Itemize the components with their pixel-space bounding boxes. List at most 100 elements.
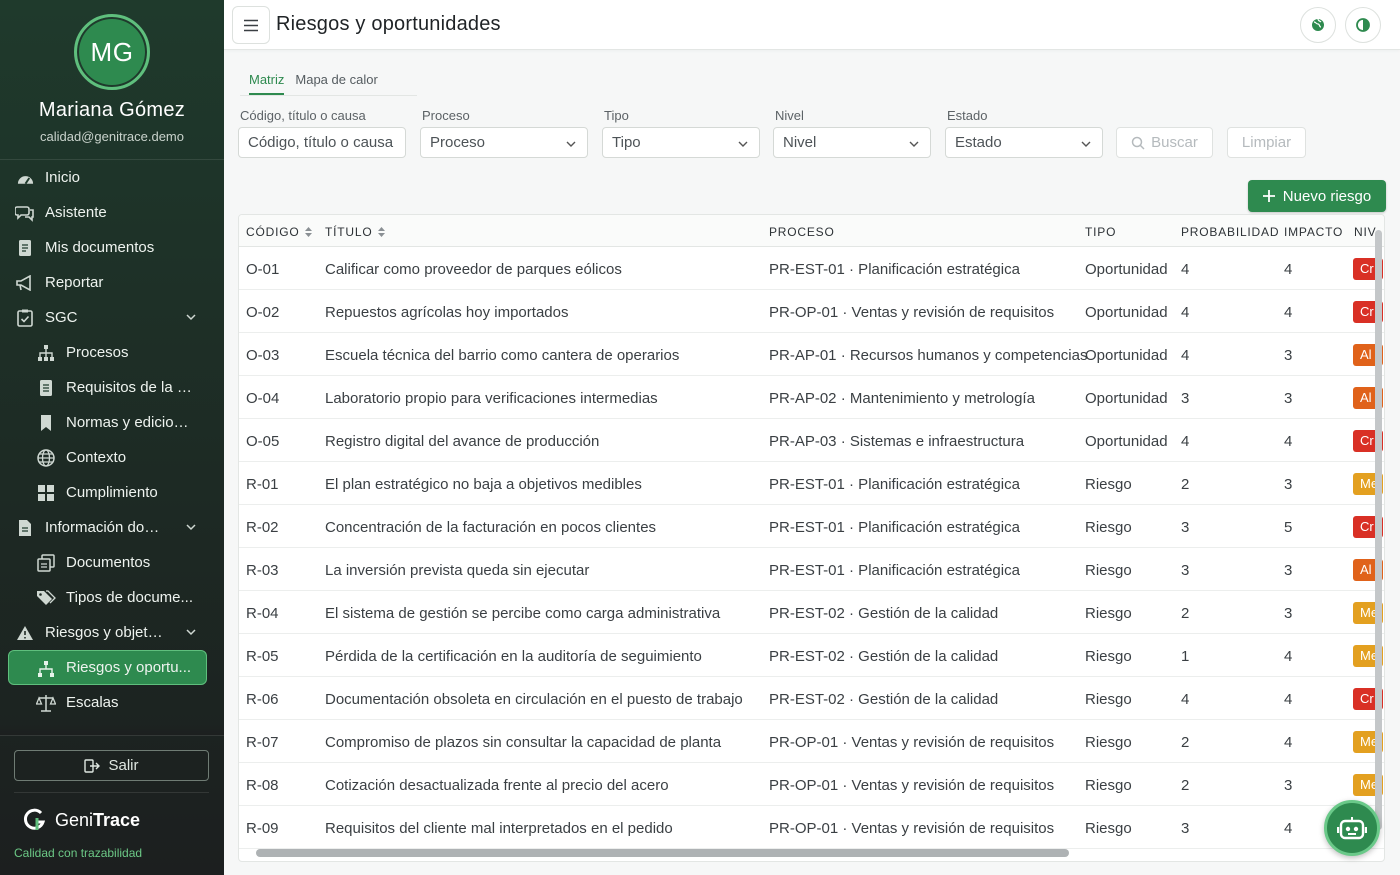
cell-titulo: Documentación obsoleta en circulación en… <box>325 691 743 708</box>
sidebar-item-documentos[interactable]: Documentos <box>0 545 224 580</box>
horizontal-scrollbar[interactable] <box>256 849 1069 857</box>
document-icon <box>15 238 35 258</box>
tipo-select-value: Tipo <box>612 134 641 151</box>
cell-impacto: 3 <box>1284 390 1293 407</box>
cell-titulo: El sistema de gestión se percibe como ca… <box>325 605 721 622</box>
nivel-select[interactable]: Nivel <box>773 127 931 158</box>
sidebar-item-procesos[interactable]: Procesos <box>0 335 224 370</box>
table-row[interactable]: R-07 Compromiso de plazos sin consultar l… <box>239 720 1384 763</box>
theme-toggle-button[interactable] <box>1345 7 1381 43</box>
cell-proceso: PR-EST-01 · Planificación estratégica <box>769 476 1020 493</box>
cell-tipo: Riesgo <box>1085 648 1132 665</box>
cell-proceso: PR-OP-01 · Ventas y revisión de requisit… <box>769 304 1055 321</box>
cell-codigo: R-03 <box>246 562 279 579</box>
sidebar: MG Mariana Gómez calidad@genitrace.demo … <box>0 0 224 875</box>
avatar[interactable]: MG <box>74 14 150 90</box>
table-row[interactable]: O-01 Calificar como proveedor de parques … <box>239 247 1384 290</box>
col-codigo-header[interactable]: CÓDIGO <box>246 225 313 239</box>
cell-titulo: Requisitos del cliente mal interpretados… <box>325 820 673 837</box>
table-row[interactable]: R-03 La inversión prevista queda sin ejec… <box>239 548 1384 591</box>
sidebar-item-asistente[interactable]: Asistente <box>0 195 224 230</box>
cell-proceso: PR-EST-02 · Gestión de la calidad <box>769 605 999 622</box>
estado-select[interactable]: Estado <box>945 127 1103 158</box>
cell-codigo: R-09 <box>246 820 279 837</box>
tags-icon <box>36 588 56 608</box>
nuevo-riesgo-button[interactable]: Nuevo riesgo <box>1248 180 1386 212</box>
search-input[interactable]: Código, título o causa <box>238 127 406 158</box>
table-row[interactable]: O-03 Escuela técnica del barrio como cant… <box>239 333 1384 376</box>
sidebar-item-label: Reportar <box>45 274 104 291</box>
sidebar-item-label: Riesgos y oportu... <box>66 659 192 676</box>
sidebar-item-tipos[interactable]: Tipos de docume... <box>0 580 224 615</box>
sort-icon <box>378 227 386 237</box>
megaphone-icon <box>15 273 35 293</box>
sidebar-item-inicio[interactable]: Inicio <box>0 160 224 195</box>
buscar-button[interactable]: Buscar <box>1116 127 1213 158</box>
cell-tipo: Oportunidad <box>1085 390 1168 407</box>
page-title: Riesgos y oportunidades <box>276 13 501 35</box>
table-row[interactable]: O-02 Repuestos agrícolas hoy importados PR… <box>239 290 1384 333</box>
tab-matriz[interactable]: Matriz <box>249 68 285 95</box>
sidebar-item-label: Documentos <box>66 554 151 571</box>
cell-impacto: 4 <box>1284 648 1293 665</box>
proceso-select[interactable]: Proceso <box>420 127 588 158</box>
tab-mapa-de-calor[interactable]: Mapa de calor <box>295 68 377 95</box>
sidebar-item-label: Mis documentos <box>45 239 155 256</box>
cell-titulo: Registro digital del avance de producció… <box>325 433 600 450</box>
table-row[interactable]: R-05 Pérdida de la certificación en la au… <box>239 634 1384 677</box>
sidebar-item-label: Contexto <box>66 449 127 466</box>
menu-toggle-button[interactable] <box>232 6 270 44</box>
sidebar-item-cumplimiento[interactable]: Cumplimiento <box>0 475 224 510</box>
sidebar-item-riesgos-oportunidades[interactable]: Riesgos y oportu... <box>8 650 207 685</box>
brand-name-b: Trace <box>93 809 141 830</box>
cell-titulo: Pérdida de la certificación en la audito… <box>325 648 702 665</box>
cell-probabilidad: 4 <box>1181 691 1190 708</box>
table-row[interactable]: R-09 Requisitos del cliente mal interpret… <box>239 806 1384 849</box>
vertical-scrollbar[interactable] <box>1375 230 1382 830</box>
table-row[interactable]: R-01 El plan estratégico no baja a objeti… <box>239 462 1384 505</box>
table-row[interactable]: R-04 El sistema de gestión se percibe com… <box>239 591 1384 634</box>
chevron-down-icon <box>909 141 919 147</box>
cell-probabilidad: 2 <box>1181 476 1190 493</box>
document-list-icon <box>36 378 56 398</box>
assistant-bot-button[interactable] <box>1324 800 1380 856</box>
grid-dashboard-icon <box>36 483 56 503</box>
sidebar-group-sgc[interactable]: SGC <box>0 300 224 335</box>
logout-icon <box>84 758 101 773</box>
sidebar-item-escalas[interactable]: Escalas <box>0 685 224 720</box>
brand-name-a: Geni <box>55 809 94 830</box>
table-row[interactable]: R-06 Documentación obsoleta en circulació… <box>239 677 1384 720</box>
table-row[interactable]: R-02 Concentración de la facturación en p… <box>239 505 1384 548</box>
cell-tipo: Riesgo <box>1085 562 1132 579</box>
col-titulo-header[interactable]: TÍTULO <box>325 225 386 239</box>
cell-codigo: R-07 <box>246 734 279 751</box>
limpiar-button[interactable]: Limpiar <box>1227 127 1306 158</box>
col-tipo-header: TIPO <box>1085 225 1117 239</box>
chevron-down-icon <box>186 314 196 321</box>
sidebar-group-informacion[interactable]: Información doc... <box>0 510 224 545</box>
table-row[interactable]: R-08 Cotización desactualizada frente al … <box>239 763 1384 806</box>
sidebar-item-reportar[interactable]: Reportar <box>0 265 224 300</box>
sidebar-item-normas[interactable]: Normas y edicion... <box>0 405 224 440</box>
cell-probabilidad: 2 <box>1181 734 1190 751</box>
logout-button[interactable]: Salir <box>14 750 209 781</box>
cell-probabilidad: 3 <box>1181 820 1190 837</box>
cell-titulo: El plan estratégico no baja a objetivos … <box>325 476 642 493</box>
table-row[interactable]: O-05 Registro digital del avance de produ… <box>239 419 1384 462</box>
view-tabs: Matriz Mapa de calor <box>240 68 417 96</box>
cell-impacto: 4 <box>1284 820 1293 837</box>
cell-codigo: R-06 <box>246 691 279 708</box>
sidebar-item-mis-documentos[interactable]: Mis documentos <box>0 230 224 265</box>
cell-impacto: 4 <box>1284 261 1293 278</box>
cell-titulo: La inversión prevista queda sin ejecutar <box>325 562 590 579</box>
sidebar-group-riesgos[interactable]: Riesgos y objeti... <box>0 615 224 650</box>
sidebar-item-label: SGC <box>45 309 78 326</box>
sidebar-item-contexto[interactable]: Contexto <box>0 440 224 475</box>
bookmark-icon <box>36 413 56 433</box>
table-row[interactable]: O-04 Laboratorio propio para verificacion… <box>239 376 1384 419</box>
tipo-select[interactable]: Tipo <box>602 127 760 158</box>
cell-probabilidad: 2 <box>1181 777 1190 794</box>
sidebar-item-requisitos[interactable]: Requisitos de la n... <box>0 370 224 405</box>
language-button[interactable] <box>1300 7 1336 43</box>
cell-probabilidad: 2 <box>1181 605 1190 622</box>
